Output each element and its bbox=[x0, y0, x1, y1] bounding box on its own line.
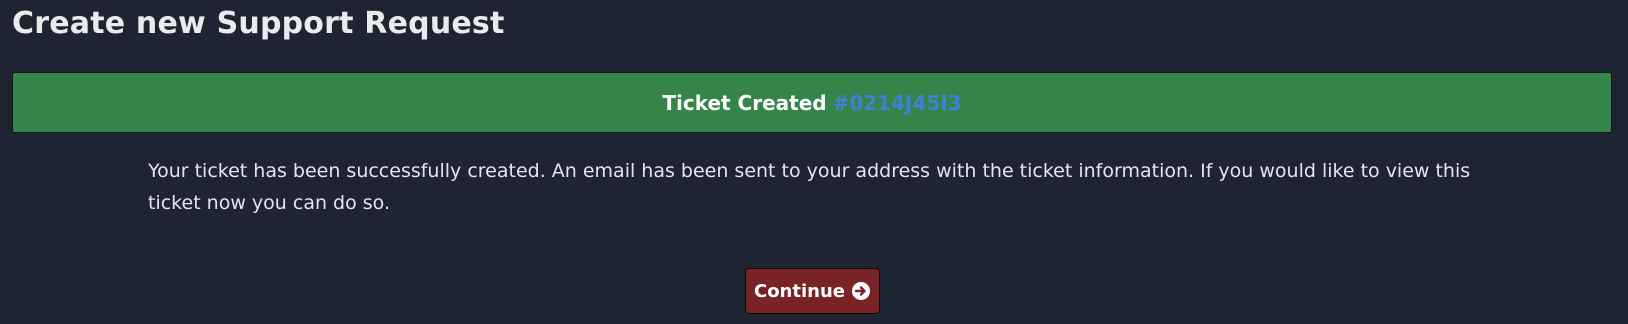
success-message: Your ticket has been successfully create… bbox=[148, 160, 1471, 214]
page-title: Create new Support Request bbox=[12, 6, 505, 41]
arrow-circle-right-icon bbox=[851, 281, 871, 301]
ticket-created-banner: Ticket Created #0214J45I3 bbox=[12, 72, 1612, 133]
continue-label: Continue bbox=[753, 280, 845, 302]
ticket-number-link[interactable]: #0214J45I3 bbox=[833, 91, 962, 115]
banner-label: Ticket Created bbox=[662, 90, 827, 115]
continue-button[interactable]: Continue bbox=[745, 268, 880, 314]
